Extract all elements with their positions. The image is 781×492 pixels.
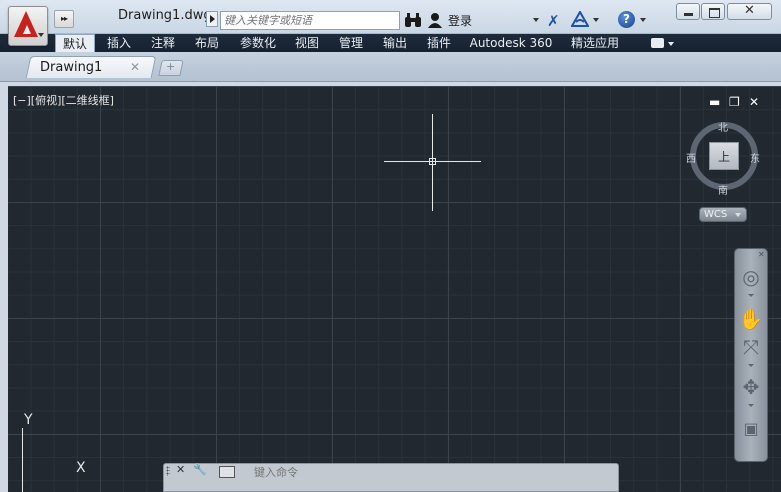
viewport-minimize-icon[interactable]: ▬ — [709, 95, 720, 109]
exchange-apps-icon[interactable]: ✗ — [547, 12, 560, 30]
quick-access-expand-button[interactable]: ▸▸ — [54, 10, 74, 28]
compass-west-label[interactable]: 西 — [686, 150, 696, 165]
steering-wheel-icon[interactable]: ◎ — [738, 264, 764, 290]
help-dropdown-icon[interactable] — [640, 18, 646, 22]
chevron-down-icon — [38, 33, 44, 37]
chevron-down-icon[interactable] — [748, 404, 754, 407]
ucs-icon — [22, 428, 23, 492]
orbit-icon[interactable]: ✥ — [738, 374, 764, 400]
pan-icon[interactable]: ✋ — [738, 306, 764, 332]
tab-autodesk-360[interactable]: Autodesk 360 — [464, 34, 558, 52]
compass-south-label[interactable]: 南 — [718, 182, 728, 197]
showmotion-icon[interactable]: ▣ — [738, 416, 764, 442]
chevron-down-icon[interactable] — [748, 364, 754, 367]
a360-icon[interactable] — [571, 11, 589, 27]
login-label[interactable]: 登录 — [448, 12, 472, 29]
tab-manage[interactable]: 管理 — [332, 34, 370, 52]
close-window-button[interactable]: ✕ — [727, 3, 772, 20]
tab-addins[interactable]: 插件 — [420, 34, 458, 52]
search-input[interactable] — [220, 11, 400, 30]
help-icon[interactable]: ? — [618, 11, 635, 28]
close-icon[interactable]: ✕ — [176, 463, 185, 476]
tab-parametric[interactable]: 参数化 — [234, 34, 282, 52]
customize-icon[interactable]: 🔧 — [193, 463, 207, 476]
file-tab-label[interactable]: Drawing1 — [40, 60, 102, 75]
binoculars-icon[interactable] — [404, 12, 422, 28]
chevron-down-icon — [735, 213, 741, 217]
viewport-restore-icon[interactable]: ❐ — [729, 95, 740, 109]
command-prompt-icon[interactable] — [219, 466, 235, 478]
a360-dropdown-icon[interactable] — [593, 18, 599, 22]
viewport-controls-label[interactable]: [−][俯视][二维线框] — [13, 92, 114, 108]
compass-north-label[interactable]: 北 — [718, 119, 728, 134]
application-menu-button[interactable] — [8, 6, 48, 46]
viewcube-face-label: 上 — [717, 150, 730, 164]
document-title: Drawing1.dwg — [118, 8, 212, 23]
ribbon-tab-bar: 默认 插入 注释 布局 参数化 视图 管理 输出 插件 Autodesk 360… — [0, 34, 781, 52]
tab-featured-apps[interactable]: 精选应用 — [564, 34, 626, 52]
tab-insert[interactable]: 插入 — [100, 34, 138, 52]
command-input[interactable] — [240, 464, 610, 480]
tab-view[interactable]: 视图 — [288, 34, 326, 52]
tab-output[interactable]: 输出 — [376, 34, 414, 52]
maximize-window-button[interactable] — [701, 3, 725, 20]
ucs-y-label: Y — [24, 412, 33, 428]
wcs-menu-button[interactable]: WCS — [699, 207, 747, 222]
close-icon[interactable]: ✕ — [758, 250, 765, 259]
pickbox-cursor — [429, 158, 436, 165]
zoom-icon[interactable]: ⤧ — [738, 334, 764, 360]
tab-annotate[interactable]: 注释 — [144, 34, 182, 52]
viewport-close-icon[interactable]: ✕ — [749, 95, 759, 109]
tab-home[interactable]: 默认 — [55, 34, 95, 52]
ribbon-minimize-toggle-icon[interactable] — [651, 38, 664, 48]
chevron-down-icon[interactable] — [668, 42, 674, 46]
wcs-label: WCS — [704, 209, 728, 220]
search-expand-button[interactable] — [206, 11, 218, 27]
ucs-x-label: X — [76, 460, 86, 476]
user-icon[interactable] — [428, 12, 442, 28]
title-bar: ▸▸ Drawing1.dwg 登录 ✗ ? ✕ — [0, 0, 781, 46]
tab-layout[interactable]: 布局 — [188, 34, 226, 52]
minimize-window-button[interactable] — [676, 3, 700, 20]
compass-east-label[interactable]: 东 — [750, 150, 760, 165]
drawing-canvas[interactable] — [8, 86, 781, 492]
chevron-down-icon[interactable] — [748, 294, 754, 297]
plus-icon[interactable]: + — [166, 60, 175, 73]
login-dropdown-icon[interactable] — [533, 18, 539, 22]
command-line-grip[interactable] — [166, 466, 170, 476]
viewcube[interactable]: 上 — [709, 142, 739, 170]
file-tab-bar: Drawing1 ✕ + — [0, 52, 781, 82]
close-icon[interactable]: ✕ — [130, 60, 140, 74]
close-icon: ✕ — [744, 3, 755, 18]
